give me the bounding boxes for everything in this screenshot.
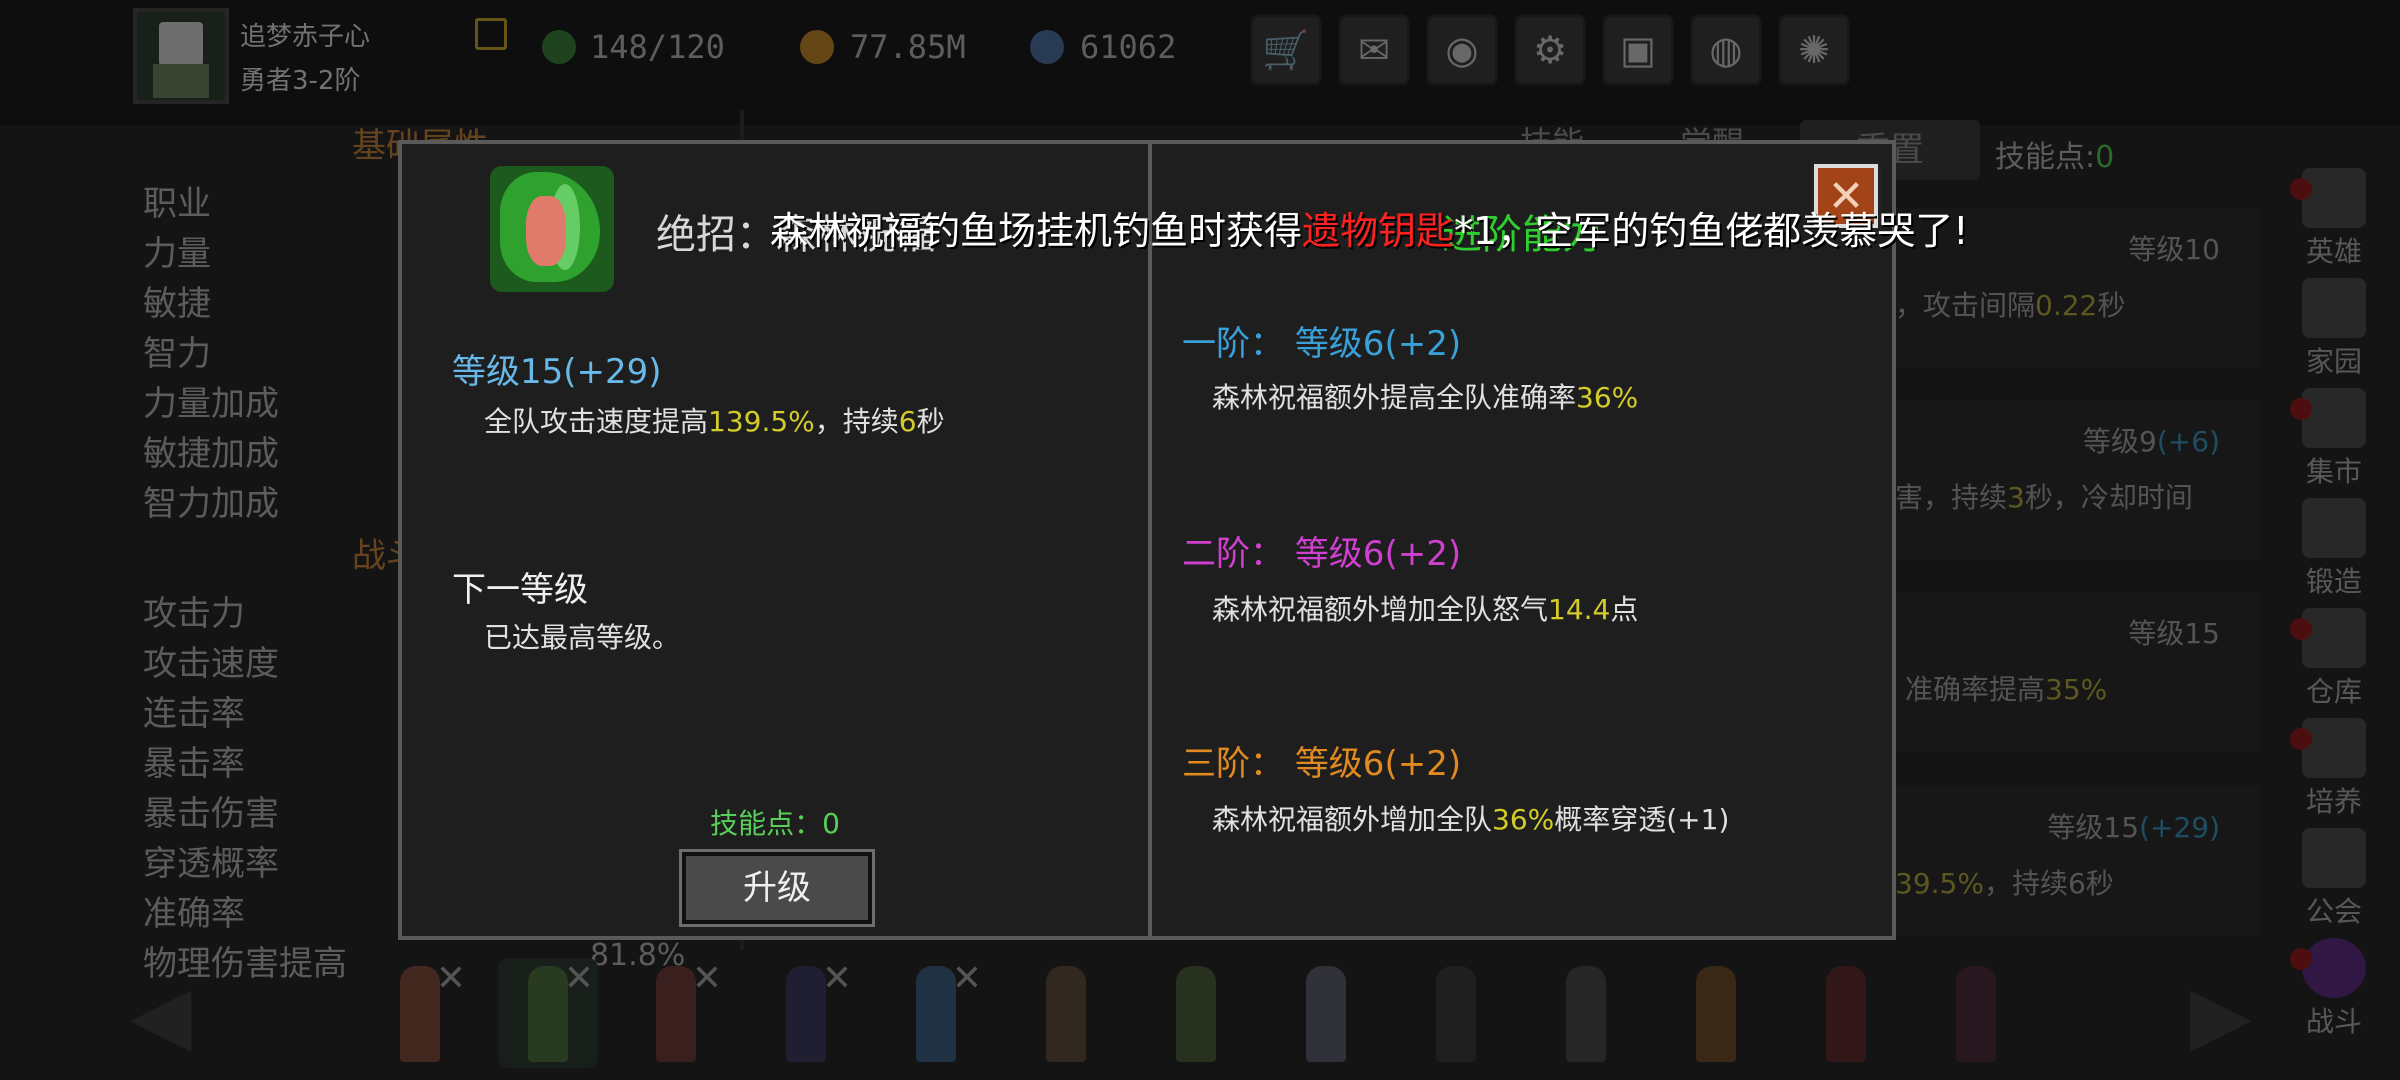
- upgrade-button[interactable]: 升级: [679, 849, 875, 927]
- tier-2-desc: 森林祝福额外增加全队怒气14.4点: [1212, 593, 1639, 626]
- tier-3-header: 三阶： 等级6(+2): [1182, 744, 1462, 784]
- next-level-title: 下一等级: [452, 570, 588, 610]
- skill-detail-dialog: 绝招：森林祝福 等级15(+29) 全队攻击速度提高139.5%，持续6秒 下一…: [398, 140, 1896, 940]
- dialog-skill-points: 技能点：0: [710, 807, 840, 840]
- skill-effect: 全队攻击速度提高139.5%，持续6秒: [484, 405, 945, 438]
- tier-1-header: 一阶： 等级6(+2): [1182, 324, 1462, 364]
- tier-1-desc: 森林祝福额外提高全队准确率36%: [1212, 381, 1639, 414]
- tier-3-desc: 森林祝福额外增加全队36%概率穿透(+1): [1212, 803, 1730, 836]
- dialog-divider: [1148, 144, 1152, 936]
- tier-2-header: 二阶： 等级6(+2): [1182, 534, 1462, 574]
- broadcast-message: 森林祝福钓鱼场挂机钓鱼时获得遗物钥匙*1，空军的钓鱼佬都羡慕哭了!: [770, 209, 1969, 253]
- forest-blessing-skill-icon: [490, 166, 614, 292]
- next-level-desc: 已达最高等级。: [484, 621, 681, 654]
- skill-level: 等级15(+29): [452, 352, 662, 392]
